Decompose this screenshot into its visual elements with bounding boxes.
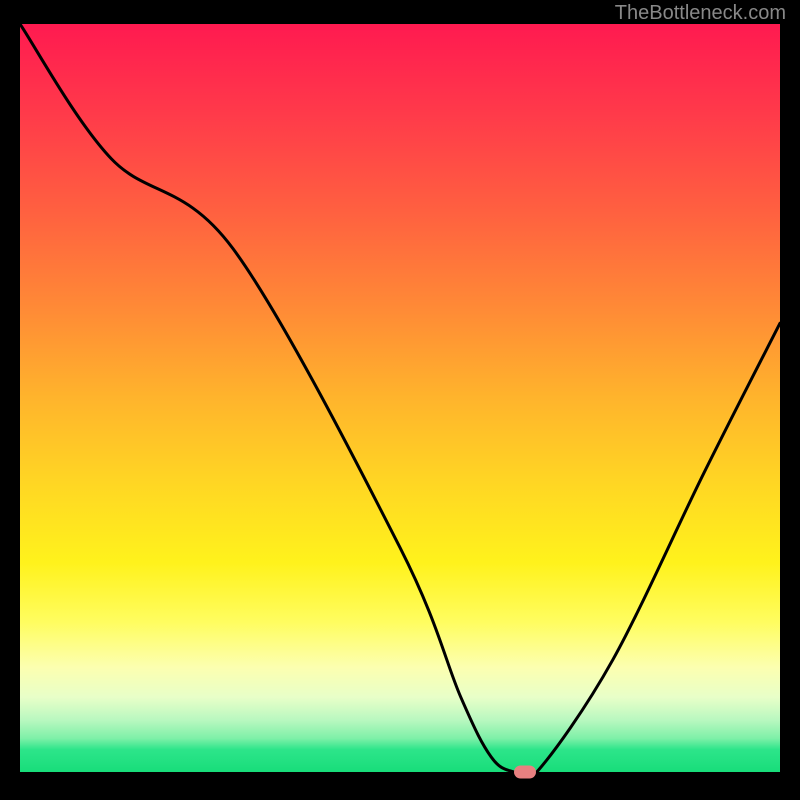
watermark-text: TheBottleneck.com	[615, 2, 786, 25]
optimal-point-marker	[514, 766, 536, 779]
chart-background	[20, 24, 780, 772]
